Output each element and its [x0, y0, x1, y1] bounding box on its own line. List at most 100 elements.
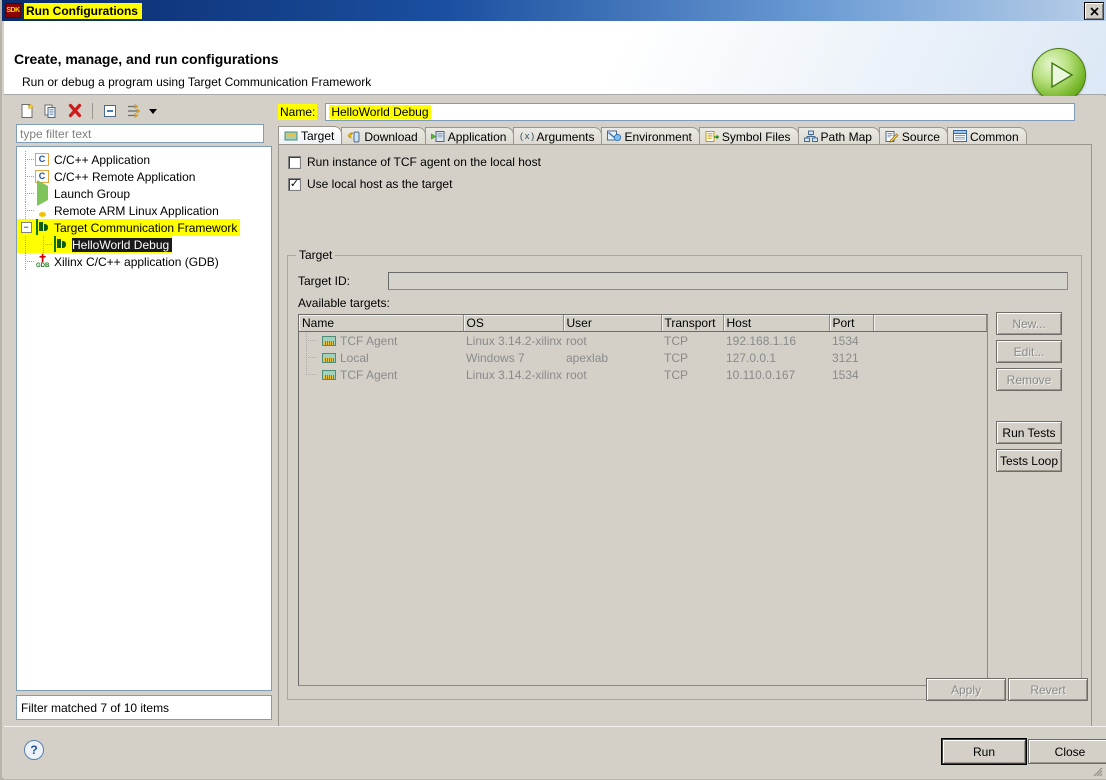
cell-name: Local	[299, 349, 463, 366]
configuration-name-input[interactable]: HelloWorld Debug	[325, 103, 1076, 121]
tree-connector	[17, 168, 35, 185]
remove-target-button[interactable]: Remove	[996, 368, 1062, 391]
table-column-header[interactable]	[873, 315, 987, 332]
table-column-header[interactable]: User	[563, 315, 662, 332]
filter-input[interactable]: type filter text	[16, 124, 264, 143]
target-id-input[interactable]	[388, 272, 1068, 290]
target-id-label: Target ID:	[298, 274, 351, 288]
c-application-icon: C	[35, 152, 51, 168]
delete-launch-configuration-icon[interactable]	[64, 100, 86, 122]
cell-transport: TCP	[664, 367, 688, 382]
cell-host: 192.168.1.16	[726, 333, 797, 348]
cell-port: 1534	[832, 367, 859, 382]
common-icon	[952, 130, 967, 143]
cell-user: root	[566, 333, 587, 348]
tab-application[interactable]: Application	[424, 127, 515, 145]
tree-expander[interactable]: −	[17, 219, 35, 236]
tree-item-c-c-remote-application[interactable]: C C/C++ Remote Application	[17, 168, 271, 185]
run-play-icon	[1032, 48, 1086, 102]
tcf-icon	[35, 218, 51, 236]
linux-icon	[35, 203, 51, 219]
run-tcf-agent-checkbox-row: Run instance of TCF agent on the local h…	[288, 155, 541, 169]
window-close-button[interactable]	[1084, 2, 1104, 20]
tree-connector	[17, 202, 35, 219]
configuration-tabs: Target Download Application (x)=Arguments En…	[278, 126, 1092, 145]
tree-item-helloworld-debug[interactable]: HelloWorld Debug	[17, 235, 173, 253]
tab-label: Symbol Files	[721, 129, 791, 144]
edit-target-button[interactable]: Edit...	[996, 340, 1062, 363]
table-row[interactable]: TCF Agent Linux 3.14.2-xilinx root TCP 192.1…	[299, 332, 987, 349]
table-column-header[interactable]: Name	[299, 315, 464, 332]
tab-source[interactable]: Source	[878, 127, 948, 145]
tab-label: Source	[901, 129, 940, 144]
tab-label: Download	[364, 129, 418, 144]
new-launch-configuration-icon[interactable]	[16, 100, 38, 122]
table-column-header[interactable]: OS	[463, 315, 564, 332]
tab-target[interactable]: Target	[278, 126, 343, 145]
toolbar-dropdown-arrow-icon[interactable]	[149, 108, 157, 114]
tab-path-map[interactable]: Path Map	[797, 127, 880, 145]
cell-name: TCF Agent	[299, 332, 463, 349]
tree-item-xilinx-c-c-application-gdb[interactable]: ✝ GDB Xilinx C/C++ application (GDB)	[17, 253, 271, 270]
tab-common[interactable]: Common	[946, 127, 1027, 145]
tab-label: Target	[301, 129, 335, 143]
table-column-header[interactable]: Host	[723, 315, 830, 332]
target-group-legend: Target	[296, 248, 336, 262]
toolbar-separator	[92, 103, 93, 119]
tree-item-launch-group[interactable]: Launch Group	[17, 179, 271, 206]
cell-host: 10.110.0.167	[726, 367, 796, 382]
cell-os: Linux 3.14.2-xilinx	[466, 333, 563, 348]
tree-item-label: HelloWorld Debug	[72, 237, 173, 252]
configuration-editor-panel: Name: HelloWorld Debug Target Download App…	[278, 98, 1096, 769]
apply-button[interactable]: Apply	[926, 678, 1006, 701]
help-question-icon[interactable]: ?	[24, 740, 44, 760]
new-target-button[interactable]: New...	[996, 312, 1062, 335]
tree-item-label: Remote ARM Linux Application	[54, 203, 219, 218]
run-tcf-agent-checkbox[interactable]	[288, 155, 301, 169]
tab-download[interactable]: Download	[341, 127, 426, 145]
tree-connector	[302, 332, 322, 349]
cell-os: Linux 3.14.2-xilinx	[466, 367, 563, 382]
duplicate-launch-configuration-icon[interactable]	[40, 100, 62, 122]
cell-user: apexlab	[566, 350, 609, 365]
launch-configurations-tree[interactable]: C C/C++ Application C C/C++ Remote Applicat…	[16, 146, 272, 691]
tab-label: Application	[447, 129, 507, 144]
tab-environment[interactable]: Environment	[601, 127, 700, 145]
tab-label: Common	[969, 129, 1019, 144]
run-button[interactable]: Run	[942, 739, 1026, 764]
filter-launch-configurations-icon[interactable]	[123, 100, 145, 122]
revert-button[interactable]: Revert	[1008, 678, 1088, 701]
page-subtitle: Run or debug a program using Target Comm…	[22, 75, 372, 89]
tab-arguments[interactable]: (x)=Arguments	[513, 127, 603, 145]
target-group-box: Target Target ID: Available targets: Nam…	[287, 248, 1082, 700]
table-column-header[interactable]: Transport	[661, 315, 724, 332]
collapse-all-icon[interactable]	[99, 100, 121, 122]
tab-label: Arguments	[536, 129, 595, 144]
tree-item-target-communication-framework[interactable]: − Target Communication Framework	[17, 218, 241, 236]
arguments-icon: (x)=	[519, 130, 541, 143]
close-button[interactable]: Close	[1028, 739, 1106, 764]
cell-user: root	[566, 367, 587, 382]
run-tcf-agent-label: Run instance of TCF agent on the local h…	[307, 155, 541, 169]
available-targets-table[interactable]: Name OS User Transport Host Port TCF Agent Lin…	[298, 314, 988, 686]
table-column-header[interactable]: Port	[829, 315, 874, 332]
run-tests-button[interactable]: Run Tests	[996, 421, 1062, 444]
target-chip-icon	[322, 352, 336, 363]
tree-item-remote-arm-linux-application[interactable]: Remote ARM Linux Application	[17, 202, 271, 219]
tests-loop-button[interactable]: Tests Loop	[996, 449, 1062, 472]
tab-symbol-files[interactable]: Symbol Files	[698, 127, 799, 145]
use-local-host-checkbox[interactable]: ✓	[288, 177, 301, 191]
table-row[interactable]: Local Windows 7 apexlab TCP 127.0.0.1 3121	[299, 349, 987, 366]
tcf-icon	[53, 235, 69, 253]
launch-group-icon	[35, 179, 51, 206]
table-row[interactable]: TCF Agent Linux 3.14.2-xilinx root TCP 10.11…	[299, 366, 987, 383]
tree-item-label: Xilinx C/C++ application (GDB)	[54, 254, 219, 269]
tab-label: Environment	[624, 129, 692, 144]
play-triangle-icon	[1051, 61, 1074, 89]
tree-connector	[17, 151, 35, 168]
tree-connector	[17, 236, 35, 253]
tree-item-c-c-application[interactable]: C C/C++ Application	[17, 151, 271, 168]
svg-text:(x)=: (x)=	[519, 132, 535, 142]
tree-connector	[17, 253, 35, 270]
target-chip-icon	[322, 335, 336, 346]
